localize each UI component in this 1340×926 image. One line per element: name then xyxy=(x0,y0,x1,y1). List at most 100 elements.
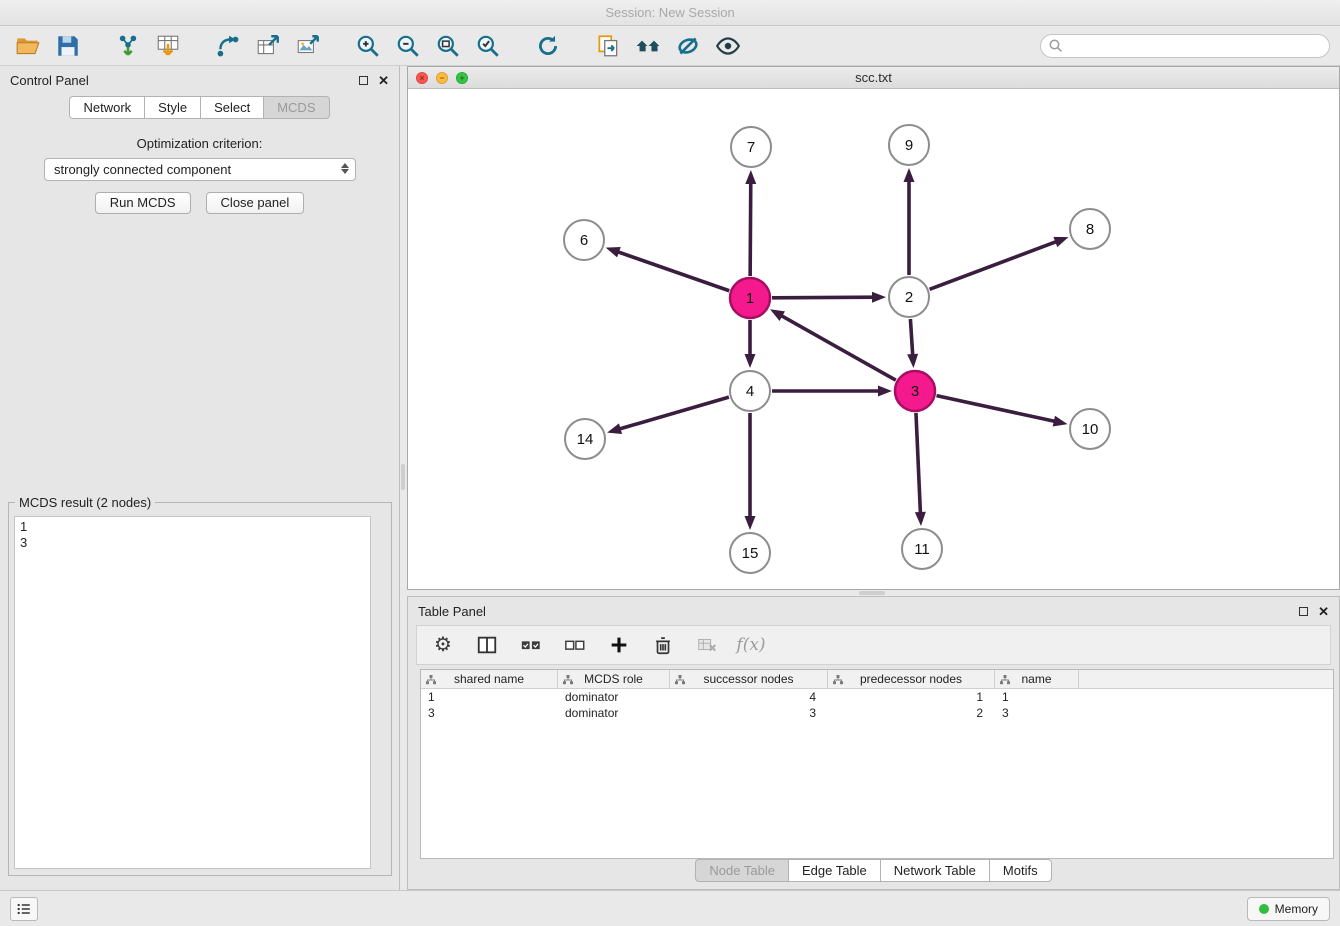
network-window-title: scc.txt xyxy=(855,70,892,85)
tab-select[interactable]: Select xyxy=(200,96,263,119)
select-all-columns-button[interactable] xyxy=(517,631,545,659)
search-input[interactable] xyxy=(1068,38,1321,53)
edge-4-14[interactable] xyxy=(618,397,729,429)
main-toolbar xyxy=(0,26,1340,66)
table-row[interactable]: 3dominator323 xyxy=(421,705,1333,721)
node-4[interactable]: 4 xyxy=(730,371,770,411)
edge-1-2[interactable] xyxy=(772,297,875,298)
column-header-MCDS-role[interactable]: MCDS role xyxy=(558,670,670,689)
edge-1-7[interactable] xyxy=(750,181,751,276)
table-tab-network-table[interactable]: Network Table xyxy=(880,859,989,882)
zoom-out-button[interactable] xyxy=(390,29,426,63)
vertical-splitter[interactable] xyxy=(400,66,407,890)
close-panel-icon[interactable]: ✕ xyxy=(378,74,389,87)
window-close-button[interactable]: × xyxy=(416,72,428,84)
network-window-titlebar[interactable]: × − + scc.txt xyxy=(408,67,1339,89)
import-table-button[interactable] xyxy=(150,29,186,63)
mcds-result-title: MCDS result (2 nodes) xyxy=(15,495,155,510)
float-panel-icon[interactable] xyxy=(1299,607,1308,616)
edge-3-11[interactable] xyxy=(916,413,921,515)
function-builder-button[interactable]: f(x) xyxy=(737,631,765,659)
node-15[interactable]: 15 xyxy=(730,533,770,573)
save-session-button[interactable] xyxy=(50,29,86,63)
refresh-button[interactable] xyxy=(530,29,566,63)
node-label: 11 xyxy=(914,541,930,558)
criterion-select[interactable]: strongly connected component xyxy=(44,158,356,181)
create-column-button[interactable] xyxy=(605,631,633,659)
mcds-result-list[interactable]: 13 xyxy=(14,516,371,869)
node-7[interactable]: 7 xyxy=(731,127,771,167)
export-table-button[interactable] xyxy=(250,29,286,63)
home-layout-button[interactable] xyxy=(630,29,666,63)
status-bar: Memory xyxy=(0,890,1340,926)
node-2[interactable]: 2 xyxy=(889,277,929,317)
node-9[interactable]: 9 xyxy=(889,125,929,165)
node-label: 6 xyxy=(580,232,588,249)
edge-arrow-1-4 xyxy=(745,354,756,368)
close-panel-icon[interactable]: ✕ xyxy=(1318,605,1329,618)
network-canvas-svg[interactable]: 7 9 6 8 1 2 4 3 14 10 15 11 xyxy=(408,89,1339,589)
import-network-button[interactable] xyxy=(110,29,146,63)
tab-style[interactable]: Style xyxy=(144,96,200,119)
delete-table-icon xyxy=(696,634,718,656)
edge-2-8[interactable] xyxy=(930,241,1059,289)
search-box[interactable] xyxy=(1040,34,1330,58)
copy-document-button[interactable] xyxy=(590,29,626,63)
splitter-grip[interactable] xyxy=(859,591,885,595)
task-history-button[interactable] xyxy=(10,897,38,921)
unselect-all-columns-button[interactable] xyxy=(561,631,589,659)
table-cell: 1 xyxy=(421,689,558,705)
show-columns-button[interactable] xyxy=(473,631,501,659)
zoom-in-button[interactable] xyxy=(350,29,386,63)
mcds-result-box: MCDS result (2 nodes) 13 xyxy=(8,495,392,876)
node-10[interactable]: 10 xyxy=(1070,409,1110,449)
node-8[interactable]: 8 xyxy=(1070,209,1110,249)
tab-mcds[interactable]: MCDS xyxy=(263,96,329,119)
column-header-shared-name[interactable]: shared name xyxy=(421,670,558,689)
window-titlebar[interactable]: Session: New Session xyxy=(0,0,1340,26)
window-zoom-button[interactable]: + xyxy=(456,72,468,84)
columns-icon xyxy=(476,634,498,656)
export-table-icon xyxy=(255,33,281,59)
table-row[interactable]: 1dominator411 xyxy=(421,689,1333,705)
column-header-predecessor-nodes[interactable]: predecessor nodes xyxy=(828,670,995,689)
tab-network[interactable]: Network xyxy=(69,96,144,119)
node-label: 1 xyxy=(746,290,754,307)
edge-1-6[interactable] xyxy=(616,251,729,291)
node-14[interactable]: 14 xyxy=(565,419,605,459)
memory-button[interactable]: Memory xyxy=(1247,897,1330,921)
table-tab-edge-table[interactable]: Edge Table xyxy=(788,859,880,882)
float-panel-icon[interactable] xyxy=(359,76,368,85)
table-settings-button[interactable]: ⚙ xyxy=(429,631,457,659)
export-image-button[interactable] xyxy=(290,29,326,63)
table-tab-node-table[interactable]: Node Table xyxy=(695,859,788,882)
edge-3-10[interactable] xyxy=(936,396,1056,422)
delete-column-button[interactable] xyxy=(649,631,677,659)
run-mcds-button[interactable]: Run MCDS xyxy=(95,192,191,214)
close-panel-button[interactable]: Close panel xyxy=(206,192,305,214)
zoom-fit-button[interactable] xyxy=(430,29,466,63)
edge-3-1[interactable] xyxy=(780,315,896,381)
table-tab-motifs[interactable]: Motifs xyxy=(989,859,1052,882)
open-session-button[interactable] xyxy=(10,29,46,63)
node-label: 10 xyxy=(1082,421,1099,438)
delete-table-button-disabled[interactable] xyxy=(693,631,721,659)
node-6[interactable]: 6 xyxy=(564,220,604,260)
style-toggle-button[interactable] xyxy=(670,29,706,63)
column-header-name[interactable]: name xyxy=(995,670,1079,689)
column-header-successor-nodes[interactable]: successor nodes xyxy=(670,670,828,689)
splitter-grip[interactable] xyxy=(401,464,405,490)
fx-icon: f(x) xyxy=(736,635,765,655)
network-canvas[interactable]: 7 9 6 8 1 2 4 3 14 10 15 11 xyxy=(408,89,1339,589)
edge-2-3[interactable] xyxy=(910,319,912,357)
show-hide-button[interactable] xyxy=(710,29,746,63)
apply-layout-button[interactable] xyxy=(210,29,246,63)
node-label: 14 xyxy=(577,431,594,448)
node-3[interactable]: 3 xyxy=(895,371,935,411)
node-11[interactable]: 11 xyxy=(902,529,942,569)
sort-hierarchy-icon xyxy=(563,675,573,685)
save-icon xyxy=(55,33,81,59)
window-minimize-button[interactable]: − xyxy=(436,72,448,84)
node-1[interactable]: 1 xyxy=(730,278,770,318)
zoom-selected-button[interactable] xyxy=(470,29,506,63)
